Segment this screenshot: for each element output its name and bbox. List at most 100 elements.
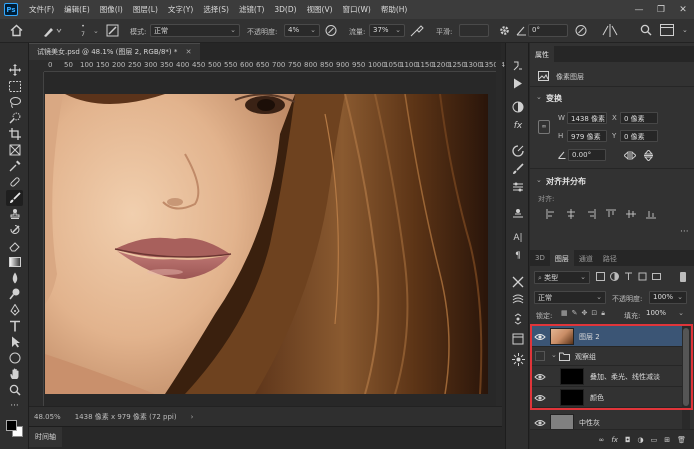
smooth-input[interactable]	[459, 24, 489, 37]
pen-tool-icon[interactable]	[6, 302, 23, 318]
filter-adjustment-icon[interactable]	[610, 272, 619, 281]
move-tool-icon[interactable]	[6, 62, 23, 78]
canvas-area[interactable]	[44, 72, 496, 406]
filter-pixel-icon[interactable]	[596, 272, 605, 281]
menu-edit[interactable]: 编辑(E)	[59, 4, 95, 15]
info-panel-icon[interactable]	[510, 292, 526, 308]
eyedropper-tool-icon[interactable]	[6, 158, 23, 174]
search-icon[interactable]	[640, 24, 652, 36]
airbrush-icon[interactable]	[410, 24, 424, 37]
align-left-icon[interactable]	[546, 209, 556, 219]
shape-tool-icon[interactable]	[6, 350, 23, 366]
menu-type[interactable]: 文字(Y)	[163, 4, 198, 15]
lock-all-icon[interactable]: 🔒︎	[601, 309, 605, 319]
layer-opacity-input[interactable]: 100% ⌄	[649, 291, 687, 304]
path-selection-tool-icon[interactable]	[6, 334, 23, 350]
align-center-icon[interactable]	[566, 209, 576, 219]
character-panel-icon[interactable]: A|	[510, 230, 526, 246]
more-tools-icon[interactable]: ···	[6, 398, 23, 414]
libraries-panel-icon[interactable]	[510, 331, 526, 347]
flip-vertical-icon[interactable]	[644, 150, 653, 161]
close-tab-icon[interactable]: ✕	[186, 48, 192, 56]
align-top-icon[interactable]	[606, 209, 616, 219]
chevron-down-icon[interactable]: ⌄	[93, 27, 99, 35]
pressure-size-icon[interactable]	[575, 24, 587, 37]
tab-channels[interactable]: 通道	[574, 250, 598, 266]
brush-tool-icon[interactable]	[6, 190, 23, 206]
crop-tool-icon[interactable]	[6, 126, 23, 142]
menu-help[interactable]: 帮助(H)	[376, 4, 413, 15]
minimize-icon[interactable]: —	[628, 0, 650, 19]
styles-fx-icon[interactable]: fx	[510, 118, 526, 134]
timeline-tab[interactable]: 时间轴	[29, 427, 62, 447]
y-input[interactable]: 0 像素	[620, 130, 658, 142]
layer-filter-select[interactable]: ⌕ 类型 ⌄	[534, 271, 590, 284]
mode-select[interactable]: 正常 ⌄	[150, 24, 240, 37]
healing-brush-tool-icon[interactable]	[6, 174, 23, 190]
opacity-input[interactable]: 4% ⌄	[284, 24, 320, 37]
align-bottom-icon[interactable]	[646, 209, 656, 219]
document-canvas-image[interactable]	[45, 94, 488, 394]
menu-filter[interactable]: 滤镜(T)	[234, 4, 269, 15]
menu-image[interactable]: 图像(I)	[95, 4, 128, 15]
zoom-tool-icon[interactable]	[6, 382, 23, 398]
eraser-tool-icon[interactable]	[6, 238, 23, 254]
frame-tool-icon[interactable]	[6, 142, 23, 158]
visibility-eye-icon[interactable]	[534, 417, 546, 429]
height-input[interactable]: 979 像素	[567, 130, 607, 142]
lock-image-icon[interactable]: ✎	[572, 309, 578, 319]
lock-transparency-icon[interactable]: ▦	[561, 309, 568, 319]
menu-window[interactable]: 窗口(W)	[338, 4, 376, 15]
clone-source-icon[interactable]	[510, 179, 526, 195]
home-icon[interactable]	[10, 24, 23, 37]
menu-layer[interactable]: 图层(L)	[128, 4, 163, 15]
marquee-tool-icon[interactable]	[6, 78, 23, 94]
workspace-icon[interactable]	[660, 24, 674, 36]
chevron-down-icon[interactable]: ⌄	[682, 26, 688, 34]
layer-name[interactable]: 中性灰	[579, 418, 600, 428]
lock-artboard-icon[interactable]: ⊡	[591, 309, 597, 319]
tab-properties[interactable]: 属性	[530, 46, 554, 62]
filter-smart-object-icon[interactable]	[652, 272, 661, 281]
link-dimensions-icon[interactable]: ∞	[538, 120, 550, 134]
history-brush-tool-icon[interactable]	[6, 222, 23, 238]
brushes-panel-icon[interactable]	[510, 161, 526, 177]
document-tab[interactable]: 试镜美女.psd @ 48.1% (图层 2, RGB/8*) * ✕	[29, 43, 200, 60]
tab-layers[interactable]: 图层	[549, 250, 574, 266]
patterns-panel-icon[interactable]	[510, 351, 526, 367]
type-tool-icon[interactable]	[6, 318, 23, 334]
quick-select-tool-icon[interactable]	[6, 110, 23, 126]
flow-input[interactable]: 37% ⌄	[369, 24, 405, 37]
blur-tool-icon[interactable]	[6, 270, 23, 286]
hand-tool-icon[interactable]	[6, 366, 23, 382]
angle-input[interactable]: 0°	[528, 24, 568, 37]
delete-layer-icon[interactable]: 🗑︎	[677, 436, 686, 444]
zoom-level[interactable]: 48.05%	[34, 413, 61, 421]
filter-shape-icon[interactable]	[638, 272, 647, 281]
brush-settings-panel-icon[interactable]	[510, 143, 526, 159]
chevron-down-icon[interactable]: ⌄	[536, 176, 542, 184]
symmetry-icon[interactable]	[602, 24, 618, 37]
dodge-tool-icon[interactable]	[6, 286, 23, 302]
chevron-down-icon[interactable]: ⌄	[536, 93, 542, 101]
more-options-icon[interactable]: ···	[680, 227, 689, 237]
blend-mode-select[interactable]: 正常 ⌄	[534, 291, 606, 304]
lasso-tool-icon[interactable]	[6, 94, 23, 110]
clone-stamp-tool-icon[interactable]	[6, 206, 23, 222]
brush-settings-icon[interactable]	[106, 24, 119, 37]
smoothing-gear-icon[interactable]	[498, 24, 511, 37]
align-right-icon[interactable]	[586, 209, 596, 219]
new-group-icon[interactable]: ▭	[651, 436, 658, 444]
color-swatches[interactable]	[5, 418, 25, 442]
width-input[interactable]: 1438 像素	[567, 112, 607, 124]
menu-3d[interactable]: 3D(D)	[269, 5, 301, 14]
brush-preset-icon[interactable]	[42, 24, 62, 37]
align-middle-icon[interactable]	[626, 209, 636, 219]
lock-position-icon[interactable]: ✥	[582, 309, 588, 319]
add-mask-icon[interactable]: ◘	[625, 436, 631, 444]
link-layers-icon[interactable]: ∞	[599, 436, 605, 444]
rotation-input[interactable]: 0.00°	[568, 149, 606, 161]
maximize-icon[interactable]: ❐	[650, 0, 672, 19]
adjustment-layer-icon[interactable]: ◑	[638, 436, 644, 444]
gradient-tool-icon[interactable]	[6, 254, 23, 270]
